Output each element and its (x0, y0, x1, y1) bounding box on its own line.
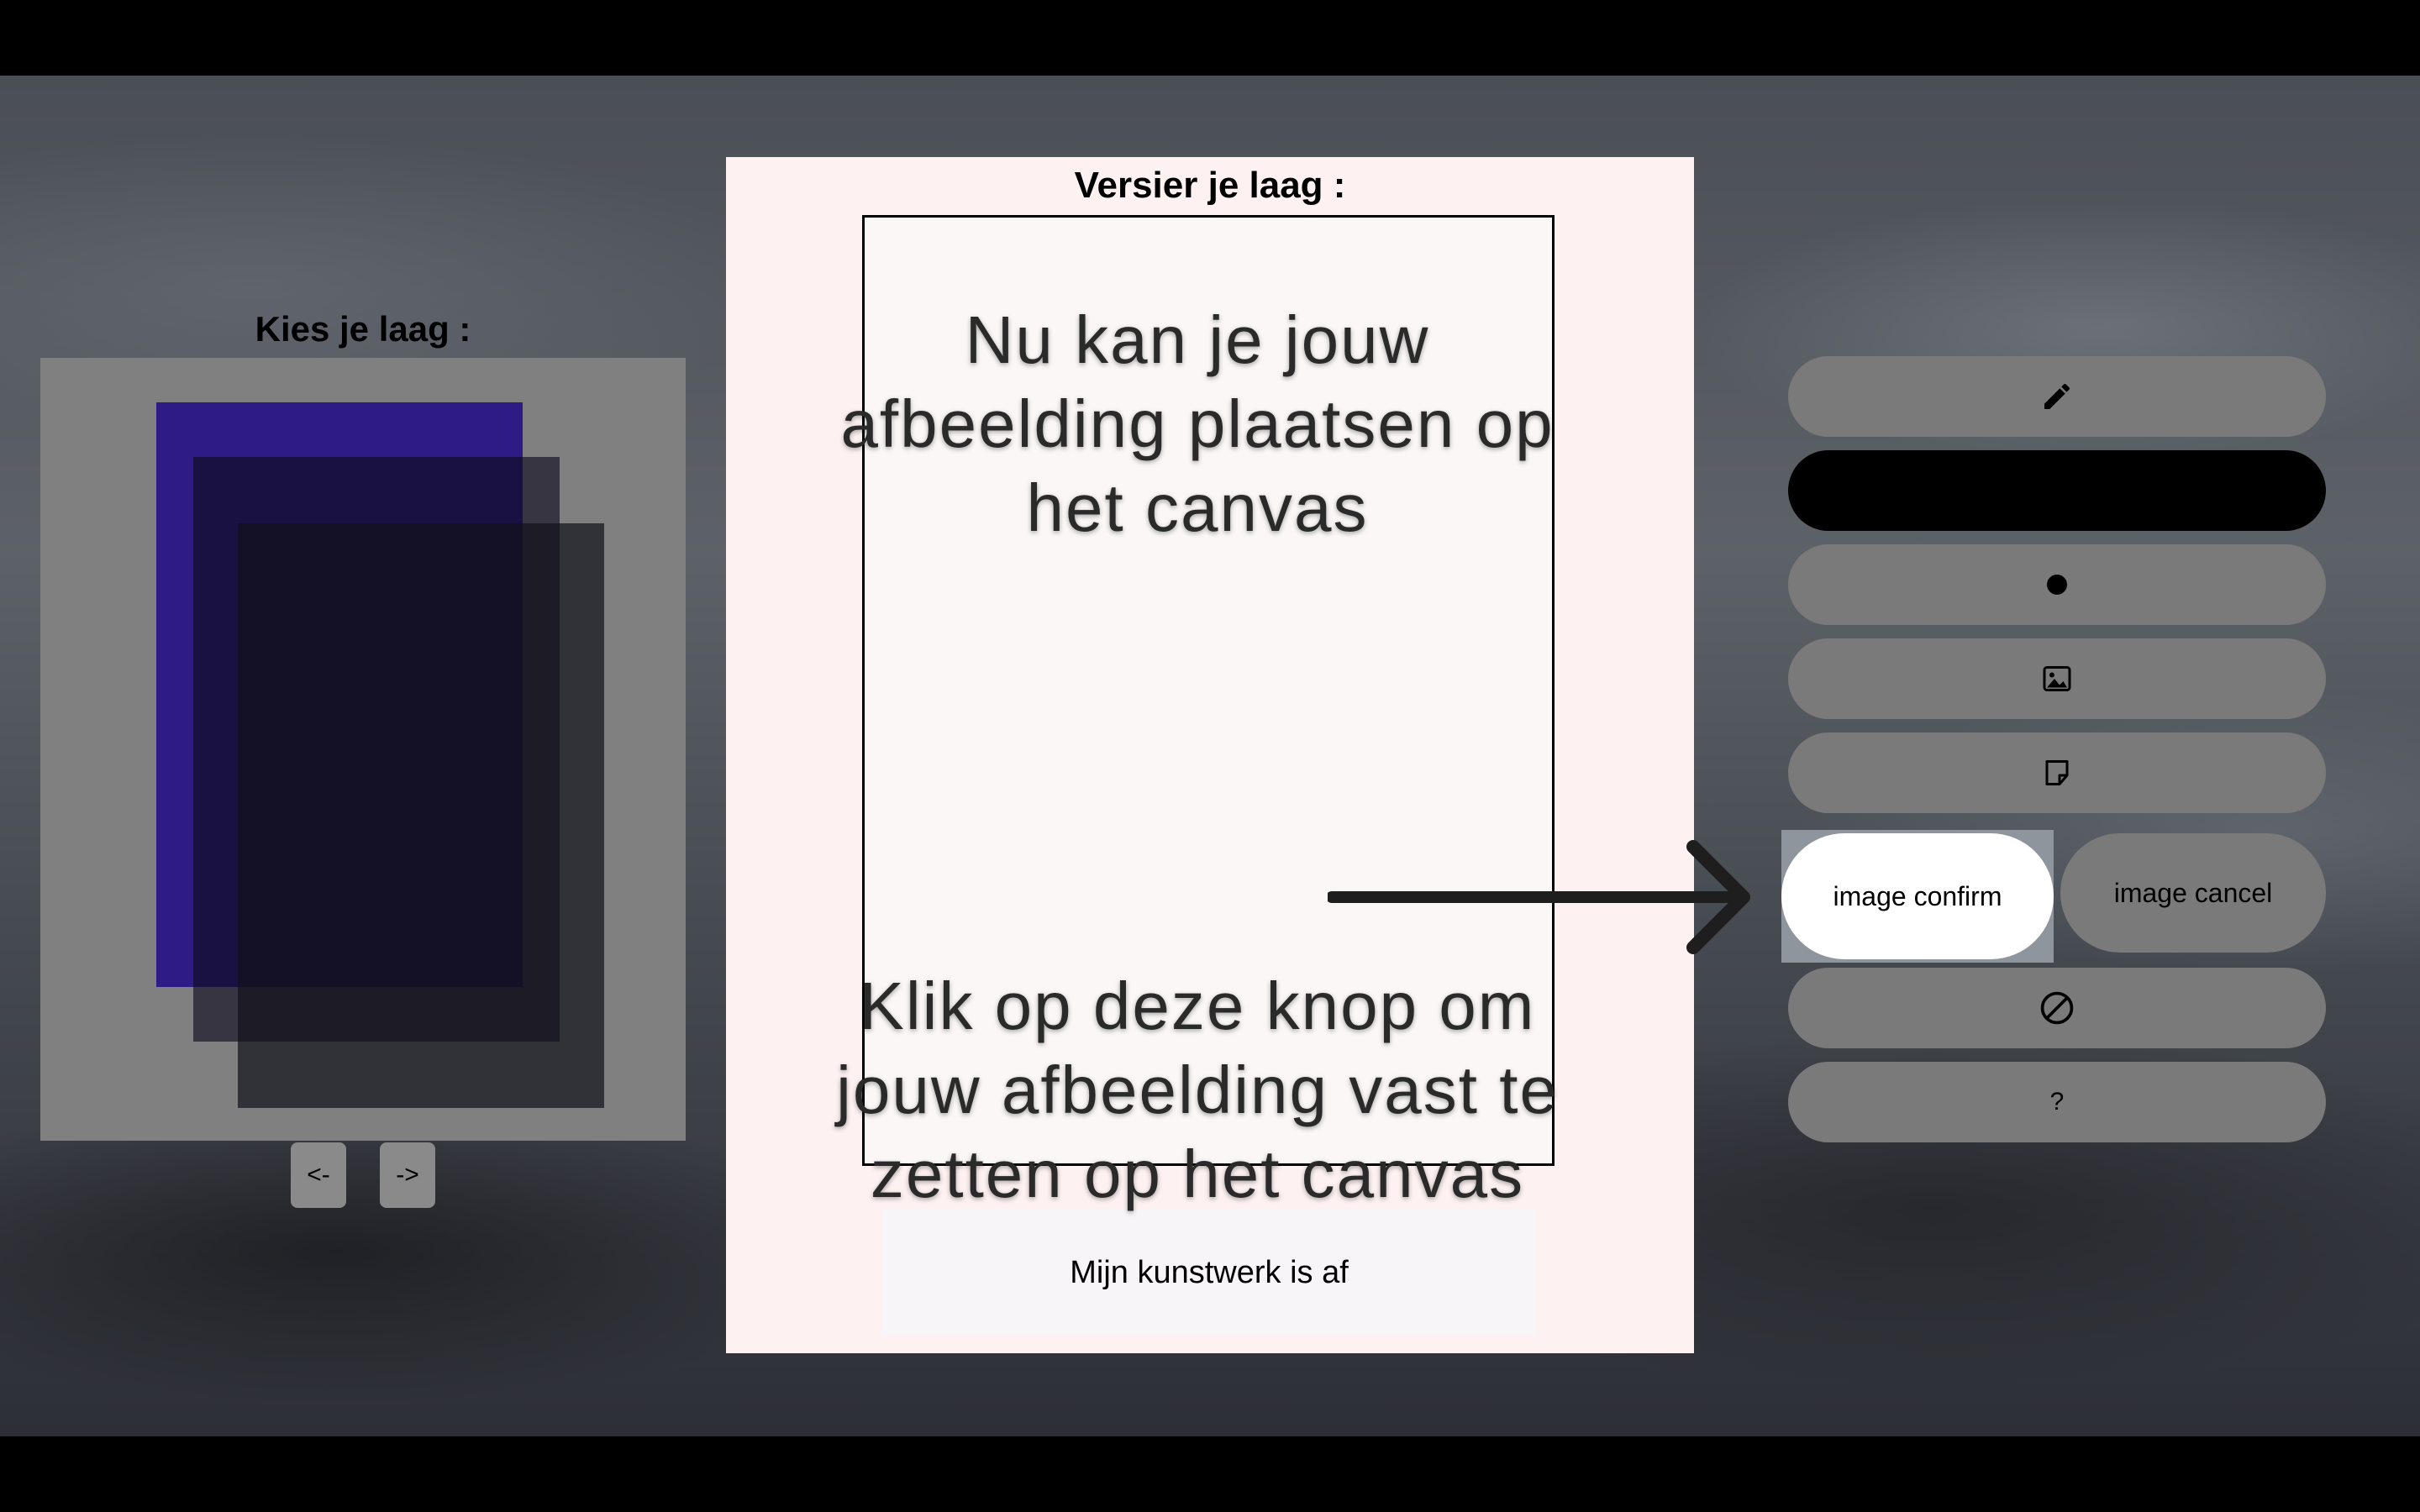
image-cancel-button[interactable]: image cancel (2060, 833, 2326, 953)
image-tool-button[interactable] (1788, 638, 2326, 719)
help-button[interactable]: ? (1788, 1062, 2326, 1142)
dot-icon (2044, 572, 2070, 597)
image-confirm-button[interactable]: image confirm (1781, 833, 2054, 959)
tutorial-text-bottom: Klik op deze knop om jouw afbeelding vas… (836, 969, 1559, 1211)
tutorial-arrow-icon (1328, 832, 1765, 958)
color-picker-button[interactable] (1788, 450, 2326, 531)
prohibited-icon (2039, 990, 2075, 1026)
layer-picker-title: Kies je laag : (255, 309, 471, 349)
brush-size-button[interactable] (1788, 544, 2326, 625)
sticky-note-icon (2042, 758, 2072, 788)
finish-artwork-button[interactable]: Mijn kunstwerk is af (882, 1210, 1536, 1336)
next-layer-button[interactable]: -> (380, 1142, 435, 1208)
clear-button[interactable] (1788, 968, 2326, 1048)
editor-title: Versier je laag : (1074, 165, 1346, 206)
sticker-tool-button[interactable] (1788, 732, 2326, 813)
previous-layer-button[interactable]: <- (291, 1142, 346, 1208)
pen-tool-button[interactable] (1788, 356, 2326, 437)
layer-preview-3[interactable] (238, 523, 604, 1108)
image-icon (2042, 664, 2072, 694)
pencil-icon (2040, 380, 2074, 413)
tutorial-text-top: Nu kan je jouw afbeelding plaatsen op he… (840, 302, 1555, 545)
